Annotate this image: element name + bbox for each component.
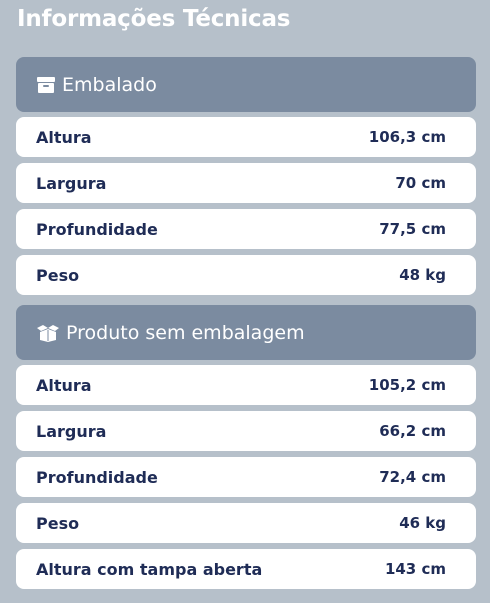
spec-label: Peso: [36, 513, 80, 533]
spec-value: 46 kg: [399, 514, 446, 532]
spec-row-profundidade: Profundidade 72,4 cm: [16, 457, 476, 497]
section-header-produto-sem-embalagem: Produto sem embalagem: [16, 305, 476, 360]
spec-label: Altura: [36, 375, 92, 395]
spec-row-largura: Largura 70 cm: [16, 163, 476, 203]
spec-row-largura: Largura 66,2 cm: [16, 411, 476, 451]
spec-value: 77,5 cm: [379, 220, 446, 238]
page-title: Informações Técnicas: [17, 6, 291, 32]
box-icon: [36, 76, 56, 94]
spec-label: Peso: [36, 265, 80, 285]
spec-value: 70 cm: [395, 174, 446, 192]
spec-label: Largura: [36, 173, 107, 193]
spec-value: 72,4 cm: [379, 468, 446, 486]
spec-label: Altura com tampa aberta: [36, 559, 263, 579]
spec-value: 48 kg: [399, 266, 446, 284]
spec-row-altura-tampa-aberta: Altura com tampa aberta 143 cm: [16, 549, 476, 589]
spec-value: 105,2 cm: [368, 376, 446, 394]
spec-value: 106,3 cm: [368, 128, 446, 146]
spec-row-peso: Peso 48 kg: [16, 255, 476, 295]
spec-row-peso: Peso 46 kg: [16, 503, 476, 543]
section-title: Embalado: [62, 73, 157, 96]
section-header-embalado: Embalado: [16, 57, 476, 112]
spec-label: Profundidade: [36, 467, 158, 487]
spec-value: 143 cm: [384, 560, 446, 578]
spec-row-profundidade: Profundidade 77,5 cm: [16, 209, 476, 249]
spec-row-altura: Altura 106,3 cm: [16, 117, 476, 157]
spec-row-altura: Altura 105,2 cm: [16, 365, 476, 405]
open-box-icon: [36, 324, 60, 342]
spec-value: 66,2 cm: [379, 422, 446, 440]
spec-label: Altura: [36, 127, 92, 147]
spec-label: Profundidade: [36, 219, 158, 239]
spec-label: Largura: [36, 421, 107, 441]
section-title: Produto sem embalagem: [66, 321, 305, 344]
